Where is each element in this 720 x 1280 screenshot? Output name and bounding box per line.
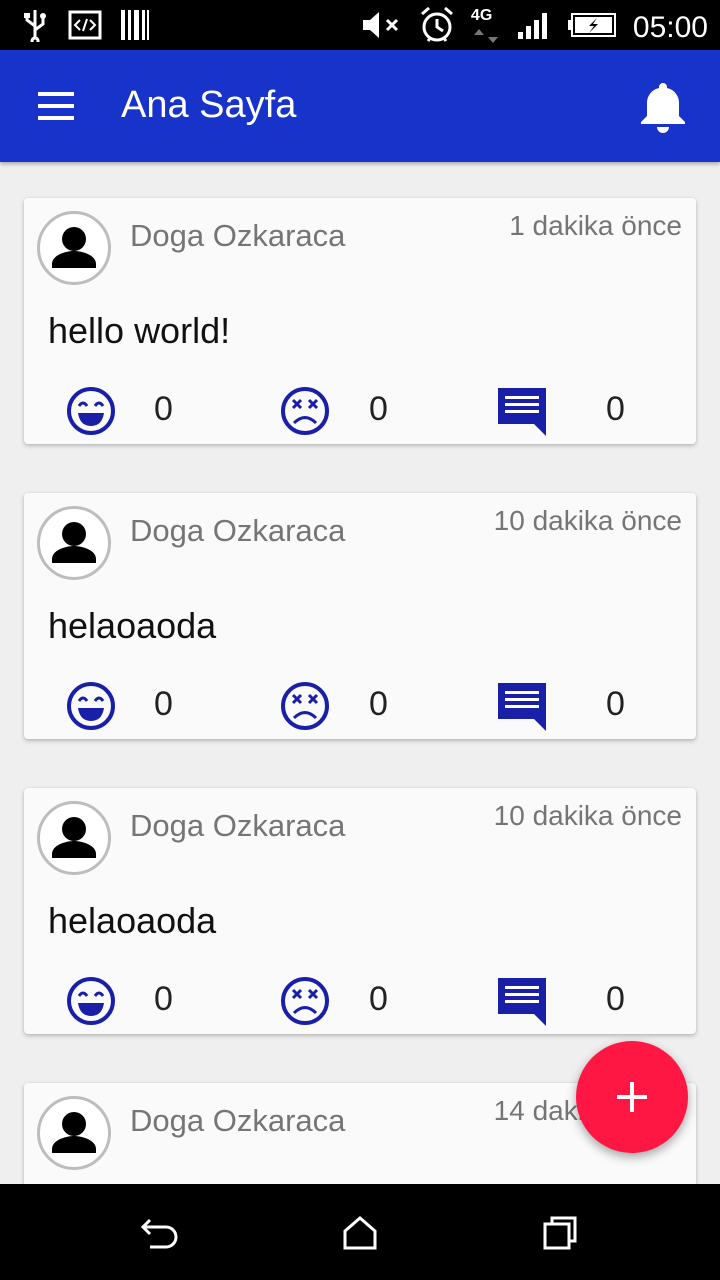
comment-count: 0 [606, 980, 625, 1018]
post-feed[interactable]: Doga Ozkaraca 1 dakika önce hello world!… [0, 162, 720, 1184]
happy-face-icon[interactable] [66, 976, 116, 1026]
dizzy-face-icon[interactable] [280, 976, 330, 1026]
post-time: 10 dakika önce [493, 800, 682, 831]
post-author[interactable]: Doga Ozkaraca [130, 808, 345, 844]
avatar [37, 211, 111, 285]
battery-charging-icon [567, 12, 617, 43]
dev-tools-icon [68, 10, 102, 45]
happy-face-icon[interactable] [66, 386, 116, 436]
app-bar: Ana Sayfa [0, 50, 720, 162]
dislike-count: 0 [369, 390, 388, 428]
system-nav-bar [0, 1184, 720, 1280]
comment-icon[interactable] [496, 681, 546, 731]
recents-icon[interactable] [540, 1214, 580, 1252]
like-count: 0 [154, 980, 173, 1018]
comment-icon[interactable] [496, 386, 546, 436]
add-post-button[interactable] [576, 1041, 688, 1153]
dislike-count: 0 [369, 980, 388, 1018]
post-text: hello world! [48, 310, 231, 351]
dislike-count: 0 [369, 685, 388, 723]
post-actions: 0 0 0 [24, 681, 696, 731]
avatar [37, 506, 111, 580]
bell-icon[interactable] [638, 80, 688, 134]
post-author[interactable]: Doga Ozkaraca [130, 513, 345, 549]
avatar [37, 1096, 111, 1170]
post-card[interactable]: Doga Ozkaraca 1 dakika önce hello world!… [24, 198, 696, 444]
page-title: Ana Sayfa [121, 84, 297, 126]
post-author[interactable]: Doga Ozkaraca [130, 1103, 345, 1139]
status-bar: 4G 05:00 [0, 0, 720, 50]
menu-icon[interactable] [36, 88, 76, 124]
comment-count: 0 [606, 390, 625, 428]
mute-icon [361, 9, 403, 46]
post-author[interactable]: Doga Ozkaraca [130, 218, 345, 254]
post-card[interactable]: Doga Ozkaraca 10 dakika önce helaoaoda 0… [24, 788, 696, 1034]
post-actions: 0 0 0 [24, 976, 696, 1026]
comment-icon[interactable] [496, 976, 546, 1026]
post-text: helaoaoda [48, 605, 217, 646]
home-icon[interactable] [340, 1214, 380, 1252]
avatar [37, 801, 111, 875]
post-time: 10 dakika önce [493, 505, 682, 536]
plus-icon [617, 1082, 647, 1112]
back-icon[interactable] [140, 1214, 180, 1252]
network-type: 4G [471, 7, 501, 47]
dizzy-face-icon[interactable] [280, 681, 330, 731]
dizzy-face-icon[interactable] [280, 386, 330, 436]
alarm-icon [419, 6, 455, 49]
like-count: 0 [154, 685, 173, 723]
comment-count: 0 [606, 685, 625, 723]
post-text: helaoaoda [48, 900, 217, 941]
post-time: 1 dakika önce [509, 210, 682, 241]
barcode-icon [120, 8, 150, 47]
signal-icon [517, 10, 551, 45]
usb-icon [20, 8, 50, 47]
clock: 05:00 [632, 10, 708, 44]
post-actions: 0 0 0 [24, 386, 696, 436]
like-count: 0 [154, 390, 173, 428]
happy-face-icon[interactable] [66, 681, 116, 731]
post-card[interactable]: Doga Ozkaraca 10 dakika önce helaoaoda 0… [24, 493, 696, 739]
